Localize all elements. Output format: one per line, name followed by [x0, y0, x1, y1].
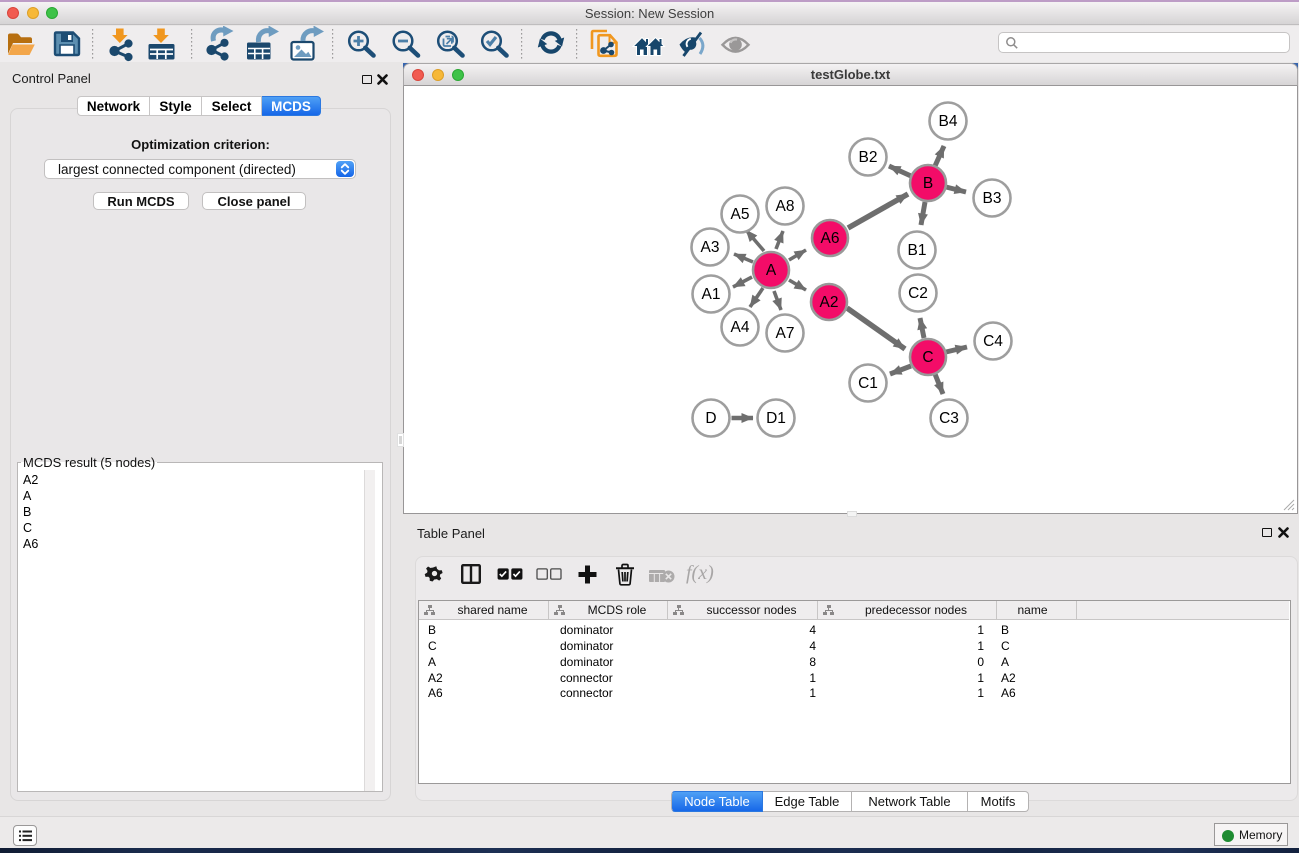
svg-text:D1: D1 — [766, 410, 786, 427]
svg-text:C3: C3 — [939, 410, 959, 427]
svg-text:A7: A7 — [776, 325, 795, 342]
svg-text:B4: B4 — [939, 113, 958, 130]
svg-text:C4: C4 — [983, 333, 1003, 350]
svg-text:C: C — [922, 349, 933, 366]
svg-text:C2: C2 — [908, 285, 928, 302]
svg-text:A5: A5 — [731, 206, 750, 223]
svg-text:D: D — [705, 410, 716, 427]
svg-text:A1: A1 — [702, 286, 721, 303]
svg-text:A: A — [766, 262, 777, 279]
svg-text:A2: A2 — [820, 294, 839, 311]
svg-text:A4: A4 — [731, 319, 750, 336]
svg-text:A6: A6 — [821, 230, 840, 247]
svg-text:A3: A3 — [701, 239, 720, 256]
svg-text:B2: B2 — [859, 149, 878, 166]
svg-text:C1: C1 — [858, 375, 878, 392]
svg-text:A8: A8 — [776, 198, 795, 215]
svg-text:B3: B3 — [983, 190, 1002, 207]
svg-text:B1: B1 — [908, 242, 927, 259]
svg-text:B: B — [923, 175, 933, 192]
